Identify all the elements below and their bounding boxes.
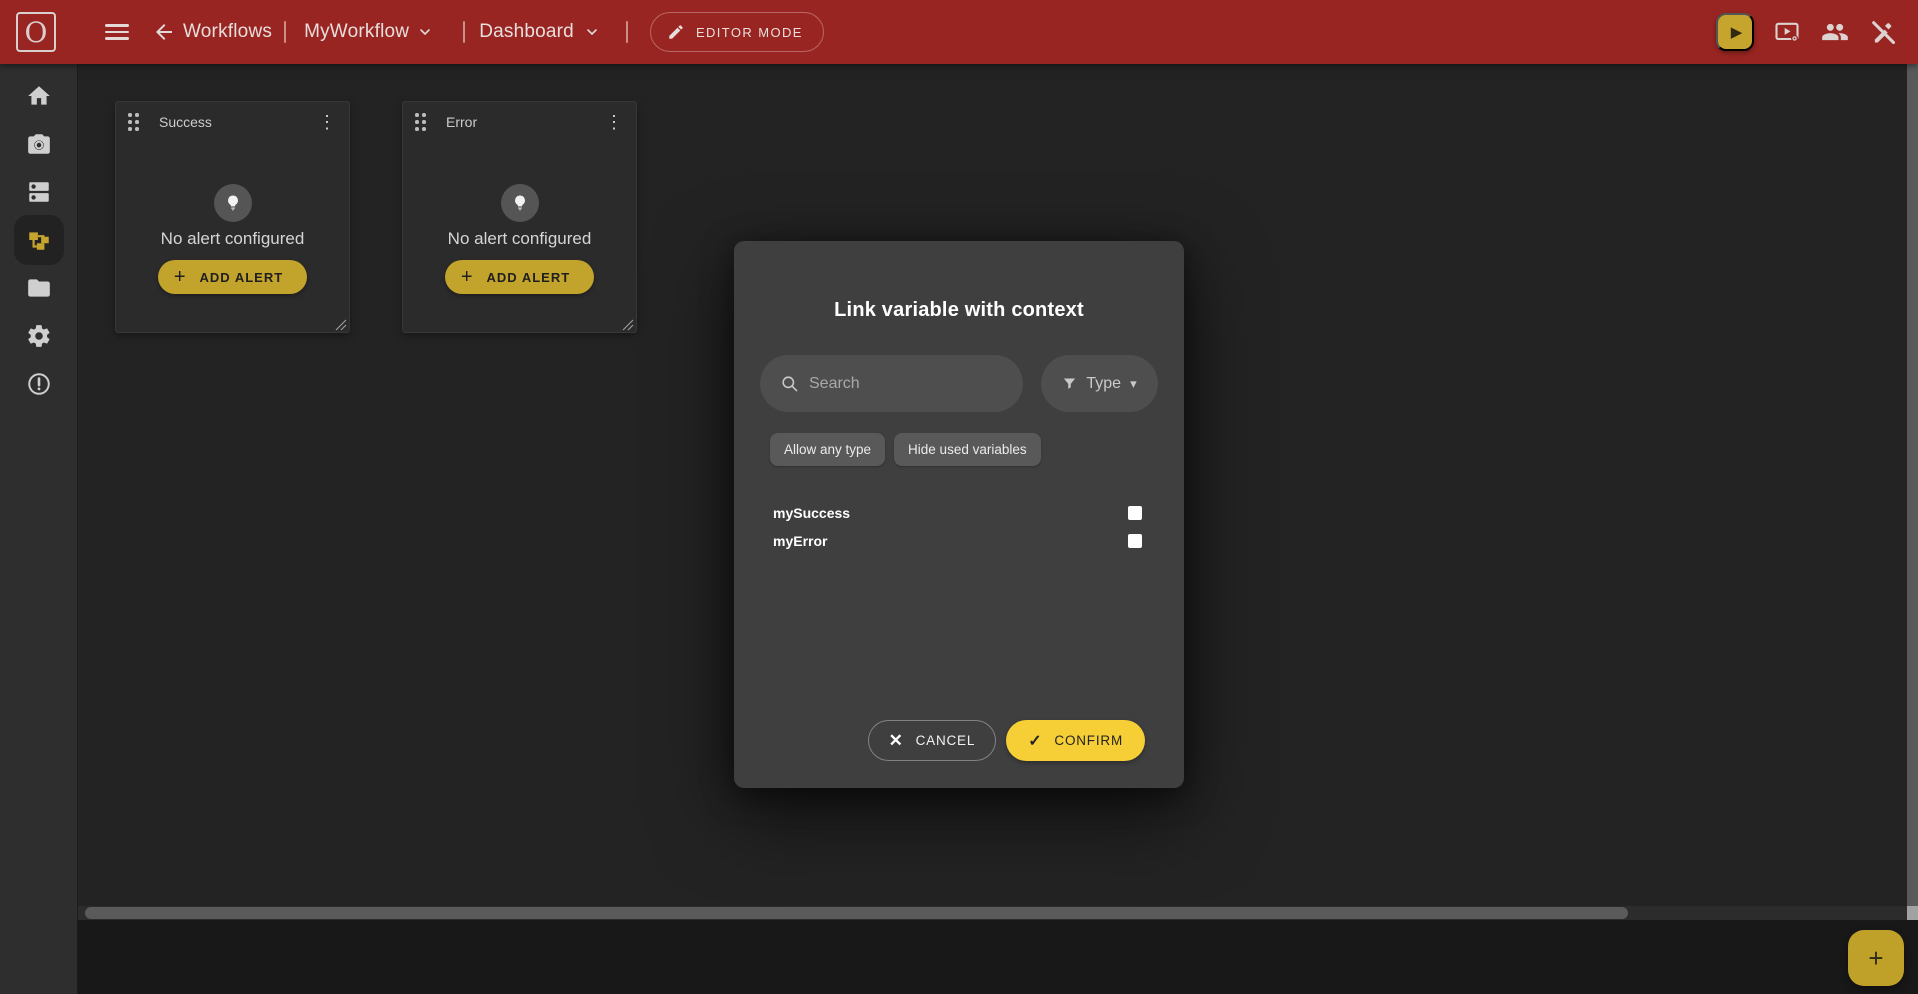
variable-search (760, 355, 1023, 412)
back-arrow-icon[interactable] (150, 18, 178, 46)
card-title: Error (446, 114, 477, 130)
gear-icon (26, 323, 52, 349)
chip-allow-any-type[interactable]: Allow any type (770, 433, 885, 466)
camera-icon (26, 131, 52, 157)
pencil-icon (667, 23, 685, 41)
horizontal-scrollbar-thumb[interactable] (85, 907, 1628, 919)
alert-card-success: Success ⋮ No alert configured + ADD ALER… (115, 101, 350, 333)
variable-row[interactable]: myError (773, 527, 1142, 555)
folder-icon (26, 275, 52, 301)
drag-handle-icon[interactable] (128, 113, 139, 131)
workflow-name-dropdown[interactable]: MyWorkflow (304, 21, 409, 43)
add-alert-button[interactable]: + ADD ALERT (158, 260, 307, 294)
search-icon (780, 374, 799, 393)
chevron-down-icon[interactable] (417, 24, 433, 40)
variable-list: mySuccess myError (773, 499, 1142, 555)
app-header: O Workflows MyWorkflow Dashboard EDITOR (0, 0, 1918, 64)
add-alert-button[interactable]: + ADD ALERT (445, 260, 594, 294)
sidebar-item-files[interactable] (0, 264, 78, 312)
home-icon (26, 83, 52, 109)
type-filter-dropdown[interactable]: Type ▾ (1041, 355, 1158, 412)
variable-checkbox[interactable] (1128, 534, 1142, 548)
dialog-actions: ✕ CANCEL ✓ CONFIRM (868, 720, 1145, 761)
sidebar-item-workflows[interactable] (0, 216, 78, 264)
confirm-label: CONFIRM (1054, 733, 1123, 748)
check-icon: ✓ (1028, 731, 1042, 751)
drag-handle-icon[interactable] (415, 113, 426, 131)
link-variable-dialog: Link variable with context Type ▾ Allow … (734, 241, 1184, 788)
cancel-label: CANCEL (916, 733, 976, 748)
empty-state-text: No alert configured (161, 229, 305, 249)
horizontal-scrollbar[interactable] (78, 906, 1907, 920)
card-body: No alert configured + ADD ALERT (403, 142, 636, 294)
sidebar-item-settings[interactable] (0, 312, 78, 360)
card-body: No alert configured + ADD ALERT (116, 142, 349, 294)
play-icon: ▶ (1731, 23, 1743, 41)
add-alert-label: ADD ALERT (200, 270, 284, 285)
card-header: Success ⋮ (116, 102, 349, 142)
left-sidebar (0, 64, 78, 994)
header-actions: ▶ (1716, 0, 1898, 64)
add-widget-fab[interactable]: + (1848, 930, 1904, 986)
card-header: Error ⋮ (403, 102, 636, 142)
workflow-schema-icon (26, 227, 52, 253)
variable-row[interactable]: mySuccess (773, 499, 1142, 527)
kebab-menu-icon[interactable]: ⋮ (602, 110, 626, 134)
sidebar-item-dns[interactable] (0, 168, 78, 216)
kebab-menu-icon[interactable]: ⋮ (315, 110, 339, 134)
cancel-button[interactable]: ✕ CANCEL (868, 720, 997, 761)
editor-mode-button[interactable]: EDITOR MODE (650, 12, 824, 52)
breadcrumb: Workflows MyWorkflow Dashboard EDITOR MO… (183, 0, 824, 64)
app-logo-letter: O (25, 16, 48, 49)
chevron-down-icon[interactable] (584, 24, 600, 40)
sidebar-item-camera[interactable] (0, 120, 78, 168)
run-workflow-button[interactable]: ▶ (1716, 13, 1754, 51)
card-title: Success (159, 114, 212, 130)
filter-chips: Allow any type Hide used variables (770, 433, 1041, 466)
type-filter-label: Type (1086, 375, 1121, 393)
lightbulb-icon (214, 184, 252, 222)
app-logo[interactable]: O (16, 12, 56, 52)
lightbulb-icon (501, 184, 539, 222)
caret-down-icon: ▾ (1130, 376, 1137, 392)
editor-mode-label: EDITOR MODE (696, 25, 803, 40)
plus-icon: + (174, 267, 187, 287)
variable-name: mySuccess (773, 505, 850, 521)
sidebar-item-alerts[interactable] (0, 360, 78, 408)
close-icon: ✕ (889, 731, 904, 751)
bottom-panel (78, 920, 1918, 994)
breadcrumb-divider (284, 21, 286, 43)
variable-checkbox[interactable] (1128, 506, 1142, 520)
plus-icon: + (461, 267, 474, 287)
breadcrumb-divider (626, 21, 628, 43)
edit-off-icon[interactable] (1868, 17, 1898, 47)
dialog-title: Link variable with context (734, 299, 1184, 322)
menu-icon[interactable] (105, 21, 129, 43)
breadcrumb-workflows[interactable]: Workflows (183, 21, 272, 43)
filter-icon (1062, 376, 1077, 391)
app-root: O Workflows MyWorkflow Dashboard EDITOR (0, 0, 1918, 994)
users-icon[interactable] (1820, 17, 1850, 47)
add-alert-label: ADD ALERT (487, 270, 571, 285)
search-input[interactable] (809, 375, 1007, 393)
dns-icon (26, 179, 52, 205)
empty-state-text: No alert configured (448, 229, 592, 249)
chip-hide-used-variables[interactable]: Hide used variables (894, 433, 1041, 466)
view-name-dropdown[interactable]: Dashboard (479, 21, 574, 43)
vertical-scrollbar-thumb[interactable] (1907, 64, 1918, 906)
confirm-button[interactable]: ✓ CONFIRM (1006, 720, 1145, 761)
variable-name: myError (773, 533, 827, 549)
error-circle-icon (26, 371, 52, 397)
alert-card-error: Error ⋮ No alert configured + ADD ALERT (402, 101, 637, 333)
scrollbar-corner (1907, 906, 1918, 920)
resize-handle[interactable] (335, 318, 347, 330)
video-settings-icon[interactable] (1772, 17, 1802, 47)
resize-handle[interactable] (622, 318, 634, 330)
plus-icon: + (1868, 943, 1883, 974)
sidebar-item-home[interactable] (0, 72, 78, 120)
breadcrumb-divider (463, 21, 465, 43)
